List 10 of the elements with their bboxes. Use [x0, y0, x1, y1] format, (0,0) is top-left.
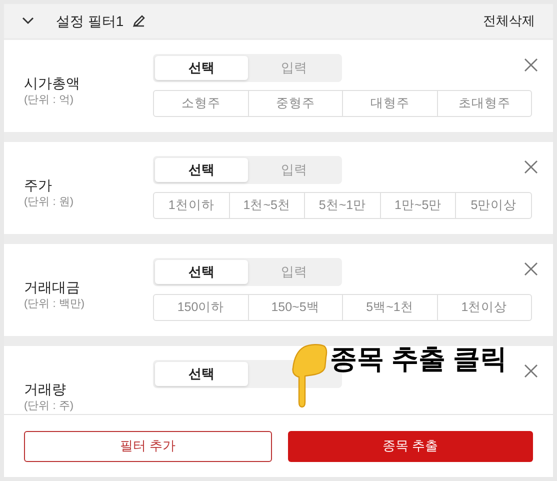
unit-label: (단위 : 주)	[24, 399, 74, 414]
filter-name: 거래대금	[24, 278, 81, 296]
unit-label: (단위 : 백만)	[24, 297, 86, 312]
filter-name: 시가총액	[24, 74, 81, 92]
filter-name: 거래량	[24, 380, 67, 398]
filter-title: 설정 필터1	[56, 12, 124, 30]
unit-label: (단위 : 원)	[24, 195, 74, 210]
filter-name: 주가	[24, 176, 53, 194]
annotation-text: 종목 추출 클릭	[330, 346, 508, 373]
unit-label: (단위 : 억)	[24, 93, 74, 108]
